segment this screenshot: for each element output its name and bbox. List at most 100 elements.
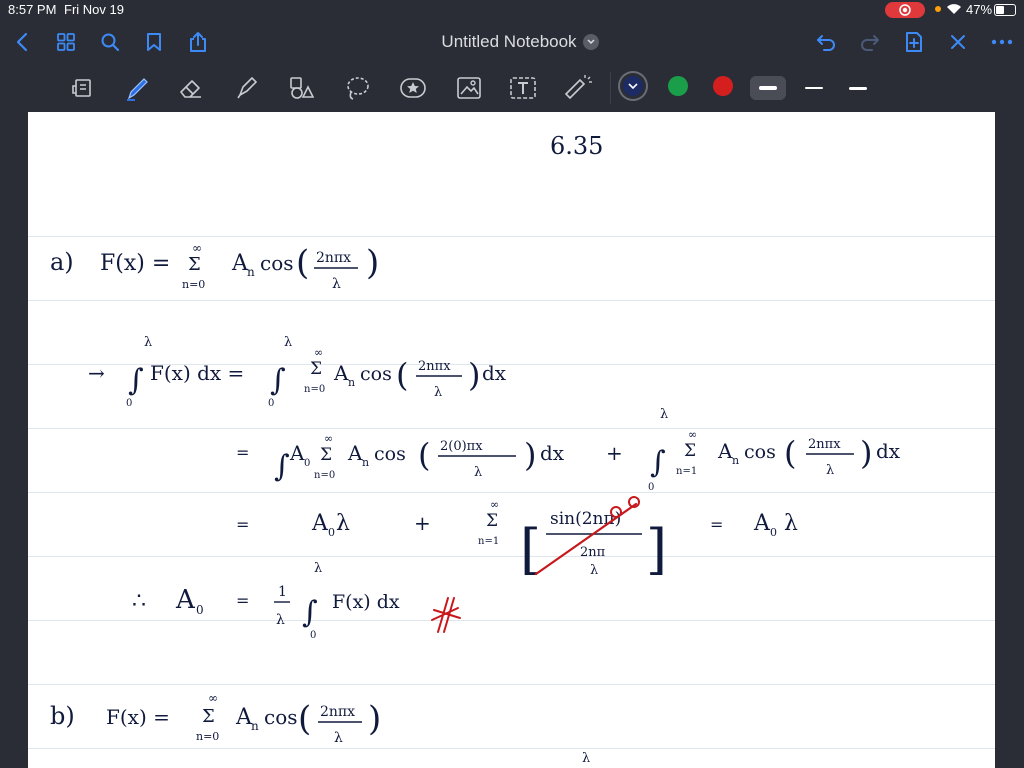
svg-text:0: 0 [196,603,204,617]
svg-text:λ: λ [276,612,285,628]
svg-text:∞: ∞ [688,428,697,441]
svg-text:=: = [236,591,249,610]
eq1-sigma: Σ [188,254,201,275]
svg-text:+: + [414,511,431,535]
svg-text:): ) [368,699,381,739]
eraser-tool-icon[interactable] [176,74,206,102]
chevron-down-icon [582,34,599,50]
svg-text:∞: ∞ [490,498,499,511]
svg-text:A: A [717,439,733,463]
image-tool-icon[interactable] [454,74,484,102]
svg-text:0: 0 [310,630,316,641]
color-swatch-green[interactable] [668,76,688,96]
chevron-down-icon [628,83,638,90]
int-sign-2: ∫ [270,363,286,398]
svg-text:λ: λ [784,511,798,536]
status-bar: 8:57 PM Fri Nov 19 47% [0,0,1024,20]
svg-text:λ: λ [434,385,442,400]
more-icon[interactable] [990,30,1014,54]
screen-recording-indicator[interactable] [885,2,925,18]
svg-text:Σ: Σ [684,441,696,461]
eq1-rparen: ) [366,243,379,283]
laser-pointer-tool-icon[interactable] [562,74,592,102]
svg-text:λ: λ [582,751,590,766]
battery-icon [994,4,1016,16]
int-upper: λ [144,335,152,350]
eq1-cos: cos [260,251,294,275]
close-icon[interactable] [946,30,970,54]
eq1-sum-top: ∞ [192,241,202,255]
svg-text:∫: ∫ [302,595,318,630]
svg-text:∞: ∞ [208,691,218,705]
notebook-page[interactable]: 6.35 a) F(x) = ∞ Σ n=0 A n cos ( 2nπx λ … [28,112,995,768]
note-heading: 6.35 [550,132,603,160]
stamp-tool-icon[interactable] [398,74,428,102]
svg-text:A: A [333,361,349,385]
svg-text:A: A [289,441,305,465]
svg-text:): ) [860,434,872,472]
svg-text:n=1: n=1 [478,536,499,547]
svg-text:A: A [753,511,771,536]
status-time: 8:57 PM [8,2,57,17]
svg-text:2(0)πx: 2(0)πx [440,439,483,454]
svg-text:0: 0 [304,458,310,469]
svg-text:n: n [348,376,355,389]
shapes-tool-icon[interactable] [286,74,316,102]
lasso-tool-icon[interactable] [342,74,372,102]
stroke-thick-button[interactable] [750,76,786,100]
eq1-lhs: F(x) = [100,251,170,276]
svg-text:n=1: n=1 [676,466,697,477]
back-icon[interactable] [10,30,34,54]
svg-text:λ: λ [590,563,598,578]
svg-text:n: n [362,456,369,469]
highlighter-tool-icon[interactable] [232,74,262,102]
share-icon[interactable] [186,30,210,54]
svg-text:=: = [236,443,249,462]
text-tool-icon[interactable] [508,74,538,102]
svg-text:b): b) [50,702,75,730]
redo-icon[interactable] [858,30,882,54]
svg-text:λ: λ [336,511,350,536]
svg-text:): ) [524,436,536,474]
svg-text:cos: cos [264,705,298,729]
svg-text:Σ: Σ [486,511,498,531]
svg-text:(: ( [396,356,408,394]
svg-text:]: ] [646,518,667,581]
search-icon[interactable] [98,30,122,54]
stroke-medium-button[interactable] [840,76,876,100]
battery-percent: 47% [966,2,993,17]
svg-text:): ) [468,356,480,394]
svg-text:cos: cos [744,441,776,463]
svg-text:∞: ∞ [324,432,333,445]
nav-bar: Untitled Notebook [0,20,1024,64]
part-a-label: a) [50,248,74,276]
svg-text:Σ: Σ [320,445,332,465]
svg-text:=: = [236,515,249,534]
color-swatch-navy[interactable] [623,76,643,96]
svg-text:0: 0 [648,482,654,493]
svg-text:∞: ∞ [314,346,323,359]
svg-text:cos: cos [360,363,392,385]
pen-tool-icon[interactable] [122,74,152,102]
svg-text:λ: λ [314,561,322,576]
bookmark-icon[interactable] [142,30,166,54]
grid-icon[interactable] [54,30,78,54]
svg-text:n=0: n=0 [304,384,325,395]
int2-upper: λ [284,335,292,350]
mic-indicator-dot [935,6,941,12]
svg-text:∴: ∴ [132,589,146,614]
int-lower: 0 [126,398,132,409]
svg-text:λ: λ [474,465,482,480]
color-swatch-red[interactable] [713,76,733,96]
add-page-icon[interactable] [902,30,926,54]
stroke-thin-button[interactable] [796,76,832,100]
svg-text:2nπx: 2nπx [418,359,451,374]
svg-text:λ: λ [826,463,834,478]
page-tool-icon[interactable] [68,74,98,102]
notebook-title: Untitled Notebook [441,32,577,51]
eq1-sub: n [247,265,255,279]
svg-text:A: A [175,585,196,615]
undo-icon[interactable] [814,30,838,54]
notebook-title-button[interactable]: Untitled Notebook [430,28,610,56]
eq1-lparen: ( [296,243,309,283]
